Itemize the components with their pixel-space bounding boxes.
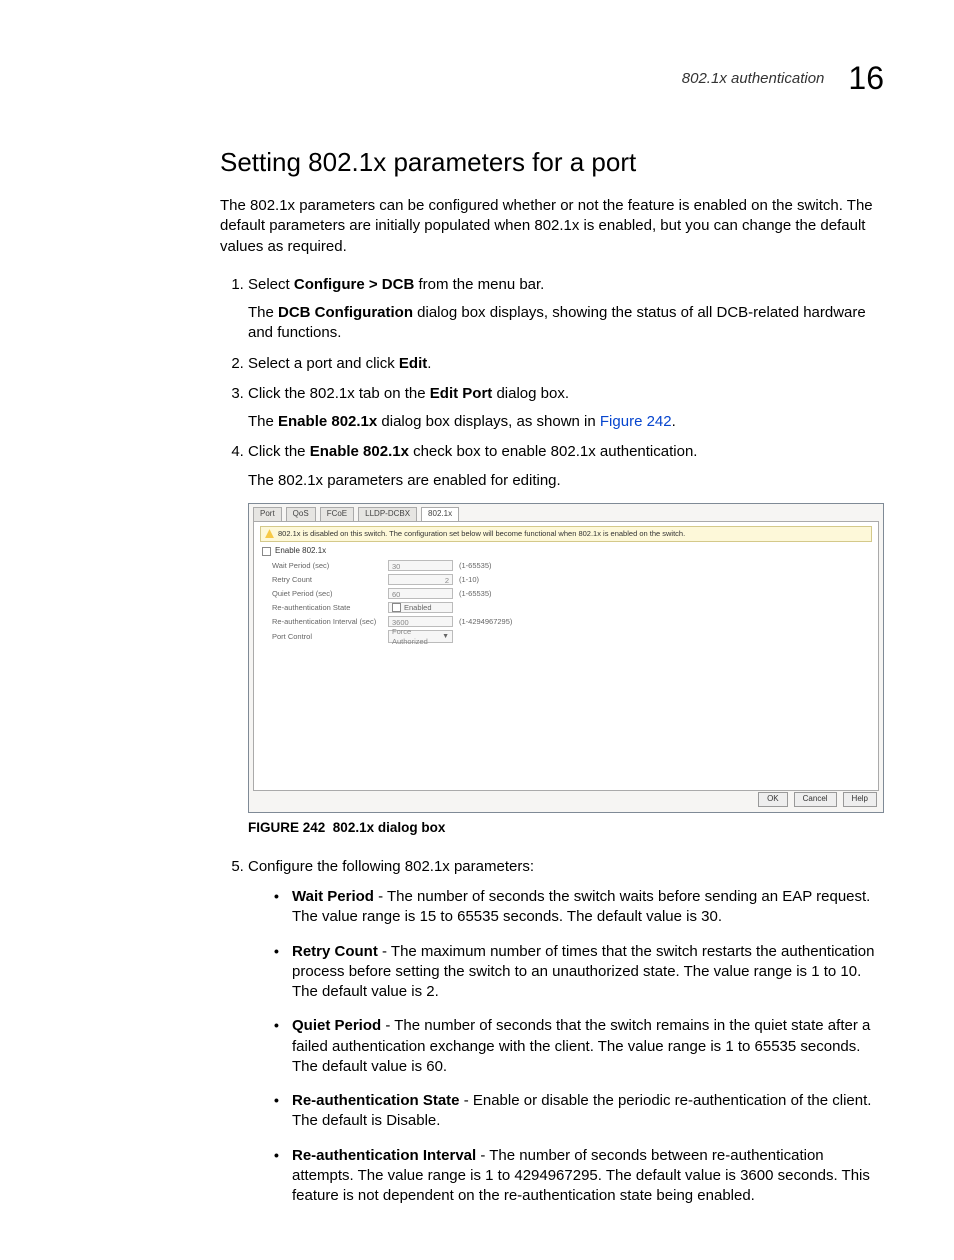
form-grid: Wait Period (sec) 30 (1-65535) Retry Cou… [272,560,860,643]
wait-period-input[interactable]: 30 [388,560,453,571]
retry-count-input[interactable]: 2 [388,574,453,585]
tab-port[interactable]: Port [253,507,282,521]
param-desc: - The number of seconds the switch waits… [292,888,870,925]
dialog-name: Enable 802.1x [278,413,377,430]
param-retry-count: Retry Count - The maximum number of time… [270,942,884,1003]
menu-path: Configure > DCB [294,276,414,293]
reauth-interval-range: (1-4294967295) [459,617,549,627]
param-name: Quiet Period [292,1017,381,1034]
port-control-value: Force Authorized [392,627,442,647]
param-name: Re-authentication Interval [292,1147,476,1164]
dialog-name: Edit Port [430,385,493,402]
step-text: dialog box. [492,385,569,402]
param-reauth-interval: Re-authentication Interval - The number … [270,1146,884,1207]
wait-period-label: Wait Period (sec) [272,561,382,571]
wait-period-range: (1-65535) [459,561,549,571]
intro-paragraph: The 802.1x parameters can be configured … [220,196,884,257]
cancel-button[interactable]: Cancel [794,792,837,807]
reauth-state-value: Enabled [404,603,432,613]
param-wait-period: Wait Period - The number of seconds the … [270,887,884,928]
chevron-down-icon: ▼ [442,632,449,641]
quiet-period-label: Quiet Period (sec) [272,589,382,599]
enable-8021x-checkbox[interactable] [262,547,271,556]
parameter-list: Wait Period - The number of seconds the … [270,887,884,1206]
step-text: The [248,304,278,321]
step-text: Select [248,276,294,293]
tab-8021x[interactable]: 802.1x [421,507,459,521]
step-text: Click the 802.1x tab on the [248,385,430,402]
section-title: Setting 802.1x parameters for a port [220,147,884,178]
figure-link[interactable]: Figure 242 [600,413,672,430]
enable-8021x-label: Enable 802.1x [275,546,326,557]
step-text: The [248,413,278,430]
enable-8021x-row: Enable 802.1x [262,546,870,557]
step-text: check box to enable 802.1x authenticatio… [409,443,698,460]
page-header: 802.1x authentication 16 [220,60,884,97]
param-quiet-period: Quiet Period - The number of seconds tha… [270,1016,884,1077]
figure-caption: FIGURE 242 802.1x dialog box [248,819,884,837]
step-2: Select a port and click Edit. [248,354,884,374]
step-text: dialog box displays, as shown in [377,413,600,430]
step-5: Configure the following 802.1x parameter… [248,857,884,1207]
dialog-screenshot: Port QoS FCoE LLDP-DCBX 802.1x 802.1x is… [248,503,884,813]
reauth-interval-label: Re-authentication Interval (sec) [272,617,382,627]
step-1: Select Configure > DCB from the menu bar… [248,275,884,344]
button-name: Edit [399,355,427,372]
retry-count-label: Retry Count [272,575,382,585]
step-text: from the menu bar. [414,276,544,293]
param-reauth-state: Re-authentication State - Enable or disa… [270,1091,884,1132]
chapter-number: 16 [848,60,884,97]
param-name: Wait Period [292,888,374,905]
param-name: Re-authentication State [292,1092,460,1109]
step-sub: The DCB Configuration dialog box display… [248,303,884,344]
step-text: Configure the following 802.1x parameter… [248,858,534,875]
tab-panel: 802.1x is disabled on this switch. The c… [253,521,879,791]
warning-bar: 802.1x is disabled on this switch. The c… [260,526,872,542]
step-4: Click the Enable 802.1x check box to ena… [248,442,884,837]
checkbox-icon [392,603,401,612]
help-button[interactable]: Help [843,792,877,807]
tab-row: Port QoS FCoE LLDP-DCBX 802.1x [249,504,883,521]
figure-title: 802.1x dialog box [333,820,446,835]
checkbox-name: Enable 802.1x [310,443,409,460]
step-sub: The Enable 802.1x dialog box displays, a… [248,412,884,432]
quiet-period-range: (1-65535) [459,589,549,599]
step-3: Click the 802.1x tab on the Edit Port di… [248,384,884,433]
reauth-interval-input[interactable]: 3600 [388,616,453,627]
reauth-state-checkbox[interactable]: Enabled [388,602,453,613]
port-control-label: Port Control [272,632,382,642]
dialog-button-row: OK Cancel Help [758,792,877,807]
figure-label: FIGURE 242 [248,820,325,835]
step-text: Select a port and click [248,355,399,372]
step-text: Click the [248,443,310,460]
retry-count-range: (1-10) [459,575,549,585]
param-name: Retry Count [292,943,378,960]
tab-fcoe[interactable]: FCoE [320,507,354,521]
step-text: . [672,413,676,430]
param-desc: - The maximum number of times that the s… [292,943,874,1001]
step-text: . [427,355,431,372]
reauth-state-label: Re-authentication State [272,603,382,613]
warning-icon [265,529,274,538]
page-content: 802.1x authentication 16 Setting 802.1x … [0,0,954,1260]
tab-lldp-dcbx[interactable]: LLDP-DCBX [358,507,417,521]
ok-button[interactable]: OK [758,792,788,807]
steps-list: Select Configure > DCB from the menu bar… [220,275,884,1207]
dialog-name: DCB Configuration [278,304,413,321]
tab-qos[interactable]: QoS [286,507,316,521]
header-section-label: 802.1x authentication [682,70,825,87]
quiet-period-input[interactable]: 60 [388,588,453,599]
port-control-select[interactable]: Force Authorized▼ [388,630,453,643]
step-sub: The 802.1x parameters are enabled for ed… [248,471,884,491]
warning-text: 802.1x is disabled on this switch. The c… [278,529,685,539]
